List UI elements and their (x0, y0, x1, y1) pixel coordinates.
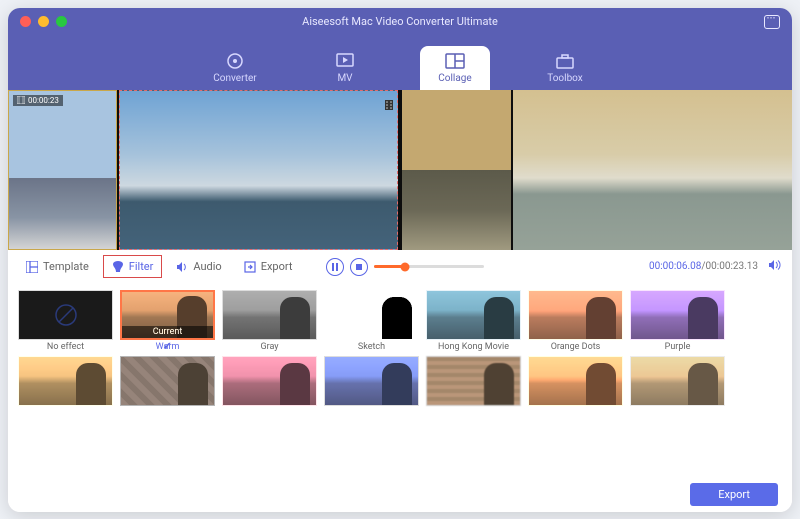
filter-orangedots-label: Orange Dots (551, 342, 601, 352)
filter-purple-label: Purple (665, 342, 691, 352)
filter-row2-1[interactable] (18, 356, 113, 406)
time-total: 00:00:23.13 (706, 261, 758, 272)
filter-warm[interactable]: Current ✔ Warm (120, 290, 215, 352)
filter-hkmovie-thumb (426, 290, 521, 340)
preview-clip-1[interactable]: 00:00:23 (8, 90, 117, 250)
main-tab-bar: Converter MV Collage Toolbox (8, 36, 792, 90)
preview-pane-left[interactable]: 00:00:23 (8, 90, 398, 250)
preview-output-clip-1 (402, 90, 511, 250)
tab-toolbox[interactable]: Toolbox (530, 52, 600, 90)
filter-gray[interactable]: Gray (222, 290, 317, 352)
tab-collage-label: Collage (438, 73, 471, 84)
filter-icon (112, 261, 124, 273)
collage-preview: 00:00:23 (8, 90, 792, 250)
export-icon (244, 261, 256, 273)
drag-handle-icon[interactable] (385, 95, 393, 105)
filter-orangedots[interactable]: Orange Dots (528, 290, 623, 352)
tab-mv[interactable]: MV (310, 52, 380, 90)
audio-icon (176, 261, 188, 273)
filter-row-1: No effect Current ✔ Warm Gray (18, 290, 782, 352)
bottom-bar: Export (8, 478, 792, 512)
pause-icon (331, 263, 339, 271)
tool-tab-audio[interactable]: Audio (168, 256, 229, 277)
preview-output-clip-2 (513, 90, 792, 250)
export-button[interactable]: Export (690, 483, 778, 506)
current-badge: Current (122, 326, 213, 338)
film-icon (17, 96, 25, 104)
playback-time: 00:00:06.08/00:00:23.13 (649, 261, 758, 272)
app-window: Aiseesoft Mac Video Converter Ultimate C… (8, 8, 792, 512)
filter-gray-thumb (222, 290, 317, 340)
filter-warm-thumb: Current (120, 290, 215, 340)
filter-row2-3[interactable] (222, 356, 317, 406)
titlebar: Aiseesoft Mac Video Converter Ultimate (8, 8, 792, 36)
toolbox-icon (554, 52, 576, 70)
time-current: 00:00:06.08 (649, 261, 701, 272)
filter-noeffect-label: No effect (47, 342, 84, 352)
volume-button[interactable] (768, 259, 782, 274)
clip-timestamp-badge: 00:00:23 (13, 95, 63, 106)
tool-tab-export[interactable]: Export (236, 256, 301, 277)
filter-gray-label: Gray (260, 342, 278, 352)
preview-clip-2[interactable] (119, 90, 398, 250)
filter-row2-5[interactable] (426, 356, 521, 406)
filter-purple-thumb (630, 290, 725, 340)
template-icon (26, 261, 38, 273)
no-effect-icon (53, 302, 79, 328)
tab-toolbox-label: Toolbox (547, 73, 583, 84)
filter-purple[interactable]: Purple (630, 290, 725, 352)
filter-hkmovie-label: Hong Kong Movie (438, 342, 509, 352)
tool-tab-export-label: Export (261, 260, 293, 273)
filter-row2-6[interactable] (528, 356, 623, 406)
tab-mv-label: MV (337, 73, 352, 84)
filter-noeffect-thumb (18, 290, 113, 340)
filter-sketch-thumb (324, 290, 419, 340)
filter-orangedots-thumb (528, 290, 623, 340)
app-title: Aiseesoft Mac Video Converter Ultimate (8, 15, 792, 28)
volume-icon (768, 259, 782, 271)
pause-button[interactable] (326, 258, 344, 276)
filter-gallery: No effect Current ✔ Warm Gray (8, 284, 792, 478)
feedback-icon[interactable] (764, 15, 780, 29)
tool-tab-filter[interactable]: Filter (103, 255, 163, 278)
tool-tab-audio-label: Audio (193, 260, 221, 273)
mv-icon (334, 52, 356, 70)
filter-row-2 (18, 356, 782, 406)
filter-hkmovie[interactable]: Hong Kong Movie (426, 290, 521, 352)
filter-sketch-label: Sketch (358, 342, 385, 352)
tool-tab-template[interactable]: Template (18, 256, 97, 277)
stop-button[interactable] (350, 258, 368, 276)
collage-icon (444, 52, 466, 70)
tool-tab-filter-label: Filter (129, 260, 154, 273)
tab-collage[interactable]: Collage (420, 46, 490, 90)
filter-warm-label: Warm (156, 342, 180, 352)
filter-row2-2[interactable] (120, 356, 215, 406)
filter-row2-7[interactable] (630, 356, 725, 406)
tab-converter-label: Converter (213, 73, 256, 84)
playback-slider[interactable] (374, 265, 484, 268)
preview-pane-right (402, 90, 792, 250)
converter-icon (224, 52, 246, 70)
filter-row2-4[interactable] (324, 356, 419, 406)
filter-noeffect[interactable]: No effect (18, 290, 113, 352)
tool-tab-template-label: Template (43, 260, 89, 273)
playback-controls (326, 258, 484, 276)
tool-bar: Template Filter Audio Export (8, 250, 792, 284)
filter-sketch[interactable]: Sketch (324, 290, 419, 352)
tab-converter[interactable]: Converter (200, 52, 270, 90)
slider-thumb[interactable] (401, 262, 410, 271)
stop-icon (355, 263, 363, 271)
